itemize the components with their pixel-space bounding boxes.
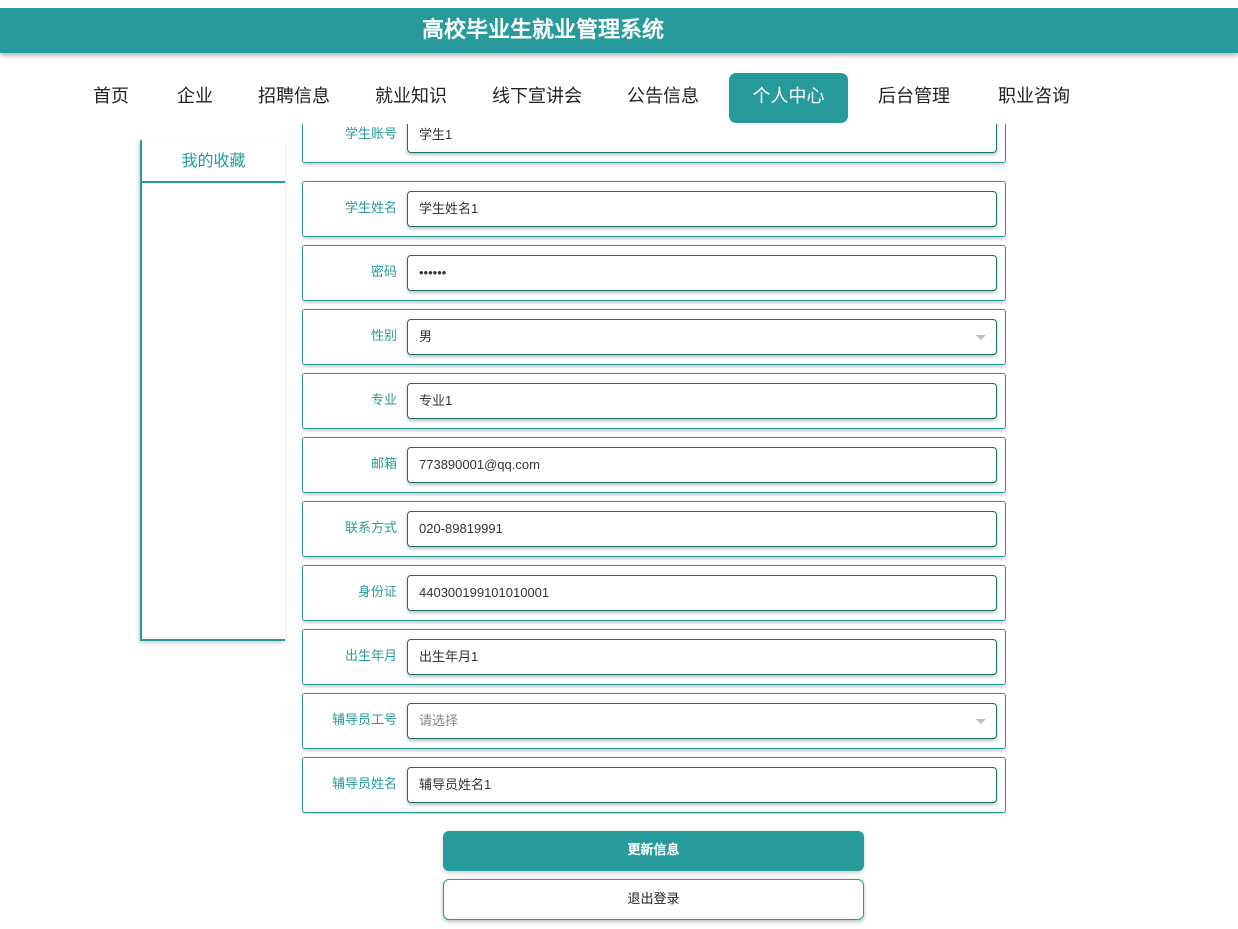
counselor-name-input[interactable]: 辅导员姓名1 (407, 767, 997, 803)
student-name-input[interactable]: 学生姓名1 (407, 191, 997, 227)
update-info-button[interactable]: 更新信息 (443, 831, 864, 871)
counselor-id-label: 辅导员工号 (331, 713, 397, 728)
nav-recruitment-info[interactable]: 招聘信息 (250, 73, 338, 123)
nav-enterprise[interactable]: 企业 (170, 73, 220, 123)
birth-date-label: 出生年月 (344, 649, 397, 664)
id-card-input[interactable]: 440300199101010001 (407, 575, 997, 611)
top-header-bar: 高校毕业生就业管理系统 (0, 8, 1238, 53)
gender-select[interactable]: 男 (407, 319, 997, 355)
email-label: 邮箱 (370, 457, 397, 472)
nav-announcements[interactable]: 公告信息 (619, 73, 707, 123)
nav-admin[interactable]: 后台管理 (870, 73, 958, 123)
nav-employment-knowledge[interactable]: 就业知识 (367, 73, 455, 123)
form-row-contact: 联系方式 020-89819991 (302, 501, 1006, 557)
email-input[interactable]: 773890001@qq.com (407, 447, 997, 483)
form-row-birth-date: 出生年月 出生年月1 (302, 629, 1006, 685)
site-title: 高校毕业生就业管理系统 (422, 18, 665, 43)
form-row-counselor-name: 辅导员姓名 辅导员姓名1 (302, 757, 1006, 813)
gender-value: 男 (419, 329, 433, 344)
sidebar-item-favorites[interactable]: 我的收藏 (142, 140, 285, 183)
nav-offline-seminar[interactable]: 线下宣讲会 (484, 73, 590, 123)
student-account-input[interactable]: 学生1 (407, 124, 997, 153)
counselor-id-select[interactable]: 请选择 (407, 703, 997, 739)
profile-form: 学生账号 学生1 学生姓名 学生姓名1 密码 •••••• 性别 男 专业 专业… (302, 124, 1006, 814)
counselor-name-label: 辅导员姓名 (331, 777, 397, 792)
student-account-label: 学生账号 (344, 127, 397, 142)
student-name-label: 学生姓名 (344, 201, 397, 216)
nav-home[interactable]: 首页 (86, 73, 136, 123)
sidebar: 我的收藏 (140, 140, 285, 641)
form-row-student-account: 学生账号 学生1 (302, 124, 1006, 163)
nav-personal-center[interactable]: 个人中心 (729, 73, 848, 123)
logout-button[interactable]: 退出登录 (443, 879, 864, 920)
password-input[interactable]: •••••• (407, 255, 997, 291)
contact-label: 联系方式 (344, 521, 397, 536)
major-input[interactable]: 专业1 (407, 383, 997, 419)
id-card-label: 身份证 (357, 585, 397, 600)
chevron-down-icon (976, 335, 986, 340)
form-row-password: 密码 •••••• (302, 245, 1006, 301)
major-label: 专业 (370, 393, 397, 408)
counselor-id-placeholder: 请选择 (419, 713, 459, 728)
form-row-student-name: 学生姓名 学生姓名1 (302, 181, 1006, 237)
form-row-email: 邮箱 773890001@qq.com (302, 437, 1006, 493)
password-label: 密码 (370, 265, 397, 280)
nav-career-consulting[interactable]: 职业咨询 (990, 73, 1078, 123)
form-row-counselor-id: 辅导员工号 请选择 (302, 693, 1006, 749)
form-row-gender: 性别 男 (302, 309, 1006, 365)
contact-input[interactable]: 020-89819991 (407, 511, 997, 547)
form-row-id-card: 身份证 440300199101010001 (302, 565, 1006, 621)
gender-label: 性别 (370, 329, 397, 344)
form-row-major: 专业 专业1 (302, 373, 1006, 429)
main-nav: 首页 企业 招聘信息 就业知识 线下宣讲会 公告信息 个人中心 后台管理 职业咨… (0, 73, 1238, 123)
birth-date-input[interactable]: 出生年月1 (407, 639, 997, 675)
chevron-down-icon (976, 719, 986, 724)
